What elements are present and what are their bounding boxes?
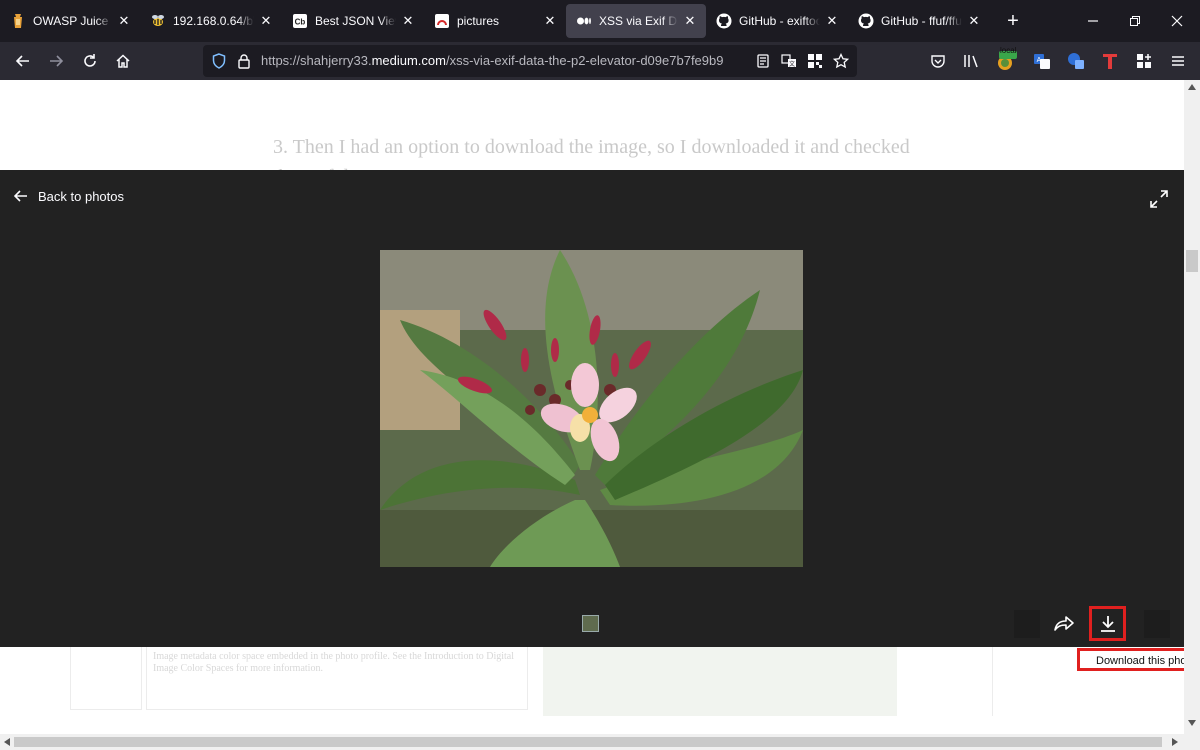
content-divider — [992, 646, 993, 716]
pictures-site-icon — [434, 13, 450, 29]
web-page: 3. Then I had an option to download the … — [0, 80, 1184, 734]
t-extension-icon[interactable] — [1100, 51, 1120, 71]
viewer-control-placeholder — [1144, 610, 1170, 638]
navigation-toolbar: https://shahjerry33.medium.com/xss-via-e… — [0, 42, 1200, 80]
tab-github-ffuf[interactable]: GitHub - ffuf/ffuf ✕ — [848, 4, 990, 38]
qr-code-icon[interactable] — [807, 53, 823, 74]
tab-title: pictures — [457, 14, 500, 28]
forward-button[interactable] — [41, 46, 71, 76]
new-tab-button[interactable]: + — [998, 6, 1028, 36]
vertical-scrollbar[interactable] — [1184, 80, 1200, 734]
back-button[interactable] — [8, 46, 38, 76]
tab-xss-exif-active[interactable]: XSS via Exif Data ✕ — [566, 4, 706, 38]
download-icon — [1100, 615, 1115, 632]
local-extension-icon[interactable]: local — [995, 46, 1019, 71]
url-text[interactable]: https://shahjerry33.medium.com/xss-via-e… — [261, 53, 723, 68]
arrow-left-icon — [15, 55, 29, 67]
pocket-icon[interactable] — [928, 51, 948, 71]
reload-icon — [84, 54, 96, 67]
tab-close-icon[interactable]: ✕ — [966, 13, 982, 29]
reader-view-icon[interactable] — [755, 53, 771, 74]
tab-close-icon[interactable]: ✕ — [258, 13, 274, 29]
url-path: /xss-via-exif-data-the-p2-elevator-d09e7… — [445, 53, 724, 68]
tab-json-viewer[interactable]: Cb Best JSON Viewer ✕ — [282, 4, 424, 38]
flower-photo — [380, 250, 803, 567]
lock-icon[interactable] — [237, 53, 251, 74]
back-to-photos-label: Back to photos — [38, 188, 124, 204]
codebeautify-icon: Cb — [292, 13, 308, 29]
content-image-placeholder — [543, 646, 897, 716]
github-icon — [716, 13, 732, 29]
github-icon — [858, 13, 874, 29]
tab-close-icon[interactable]: ✕ — [542, 13, 558, 29]
tab-title: 192.168.0.64/bWAPP — [173, 14, 254, 28]
scroll-up-icon[interactable] — [1188, 84, 1196, 90]
tab-title: OWASP Juice Shop — [33, 14, 112, 28]
content-box — [70, 646, 142, 710]
download-tooltip-text: Download this photo — [1096, 655, 1196, 667]
translate-icon[interactable]: 文 — [781, 53, 797, 74]
restore-button[interactable] — [1114, 0, 1156, 42]
arrow-left-icon — [14, 189, 30, 203]
url-bar[interactable]: https://shahjerry33.medium.com/xss-via-e… — [203, 45, 857, 77]
minimize-button[interactable] — [1072, 0, 1114, 42]
fullscreen-button[interactable] — [1148, 188, 1170, 210]
url-prefix: https://shahjerry33. — [261, 53, 372, 68]
translate-extension-icon[interactable] — [1066, 51, 1086, 71]
bookmark-star-icon[interactable] — [832, 52, 850, 74]
reload-button[interactable] — [75, 46, 105, 76]
tab-strip: OWASP Juice Shop ✕ 192.168.0.64/bWAPP ✕ … — [0, 0, 1200, 42]
tracking-shield-icon[interactable] — [211, 53, 227, 74]
medium-icon — [576, 13, 592, 29]
svg-text:文: 文 — [789, 60, 795, 68]
viewer-control-placeholder — [1014, 610, 1040, 638]
expand-icon — [1150, 190, 1168, 208]
library-icon[interactable] — [962, 51, 982, 71]
download-tooltip: Download this photo — [1077, 648, 1196, 671]
tab-bwapp[interactable]: 192.168.0.64/bWAPP ✕ — [140, 4, 282, 38]
share-button[interactable] — [1052, 611, 1078, 637]
tab-close-icon[interactable]: ✕ — [116, 13, 132, 29]
tab-title: GitHub - ffuf/ffuf — [881, 14, 962, 28]
tab-close-icon[interactable]: ✕ — [682, 13, 698, 29]
vertical-scrollbar-thumb[interactable] — [1186, 250, 1198, 272]
minimize-icon — [1088, 20, 1098, 22]
tab-title: Best JSON Viewer — [315, 14, 396, 28]
svg-text:A: A — [1037, 57, 1042, 64]
close-window-button[interactable] — [1156, 0, 1198, 42]
tab-close-icon[interactable]: ✕ — [400, 13, 416, 29]
tab-title: GitHub - exiftool/exiftool — [739, 14, 820, 28]
download-button[interactable] — [1089, 606, 1126, 641]
extension-badge: local — [1000, 46, 1017, 55]
extensions-grid-icon[interactable] — [1134, 51, 1154, 71]
photo-viewer: Back to photos — [0, 170, 1184, 647]
juice-shop-icon — [10, 13, 26, 29]
content-snippet: Image metadata color space embedded in t… — [146, 646, 528, 710]
scroll-right-icon[interactable] — [1172, 738, 1178, 746]
tab-title: XSS via Exif Data — [599, 14, 678, 28]
scroll-down-icon[interactable] — [1188, 720, 1196, 726]
share-arrow-icon — [1054, 616, 1074, 631]
tab-close-icon[interactable]: ✕ — [824, 13, 840, 29]
horizontal-scrollbar-thumb[interactable] — [14, 737, 1162, 747]
svg-text:Cb: Cb — [295, 18, 306, 27]
menu-icon[interactable] — [1168, 51, 1188, 71]
arrow-right-icon — [50, 55, 64, 67]
tab-owasp-juice-shop[interactable]: OWASP Juice Shop ✕ — [0, 4, 140, 38]
tab-github-exiftool[interactable]: GitHub - exiftool/exiftool ✕ — [706, 4, 848, 38]
bee-icon — [150, 13, 166, 29]
url-domain: medium.com — [371, 53, 446, 68]
translator-extension-icon[interactable]: A — [1032, 51, 1052, 71]
photo-thumbnail[interactable] — [582, 615, 599, 632]
scroll-left-icon[interactable] — [4, 738, 10, 746]
page-bottom-content: Image metadata color space embedded in t… — [0, 646, 1184, 734]
restore-icon — [1130, 16, 1140, 26]
back-to-photos-button[interactable]: Back to photos — [14, 186, 124, 206]
home-button[interactable] — [108, 46, 138, 76]
home-icon — [116, 54, 130, 68]
tab-pictures[interactable]: pictures ✕ — [424, 4, 566, 38]
horizontal-scrollbar[interactable] — [0, 734, 1200, 750]
close-icon — [1171, 15, 1183, 27]
